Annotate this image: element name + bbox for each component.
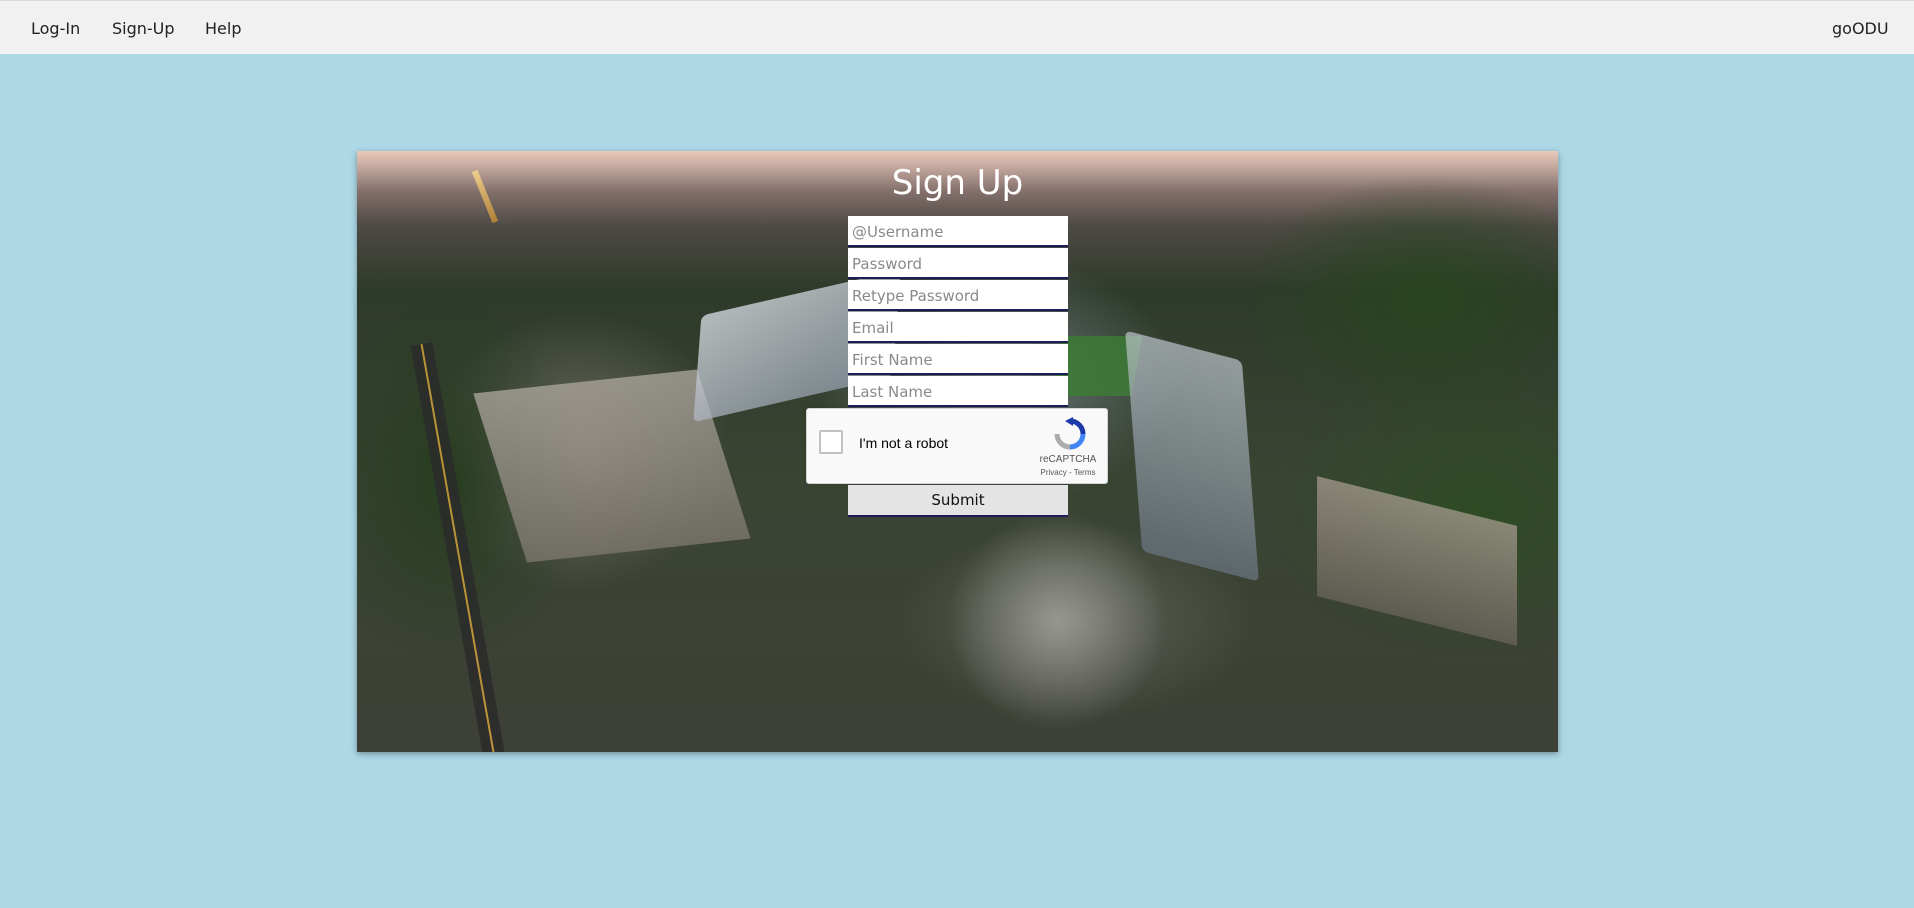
- first-name-field[interactable]: [848, 344, 1068, 375]
- email-field[interactable]: [848, 312, 1068, 343]
- last-name-field[interactable]: [848, 376, 1068, 407]
- top-nav-bar: Log-In Sign-Up Help goODU: [0, 0, 1914, 54]
- recaptcha-checkbox[interactable]: [819, 430, 843, 454]
- signup-hero-panel: Sign Up I'm not a robot reCAPTCHA Privac…: [357, 151, 1558, 752]
- bg-plaza: [947, 511, 1167, 731]
- bg-building-right: [1317, 476, 1517, 646]
- nav-signup-link[interactable]: Sign-Up: [112, 19, 175, 39]
- recaptcha-terms-link[interactable]: Terms: [1074, 468, 1096, 477]
- submit-button[interactable]: Submit: [848, 485, 1068, 517]
- retype-password-field[interactable]: [848, 280, 1068, 311]
- recaptcha-links: Privacy - Terms: [1029, 468, 1107, 477]
- recaptcha-logo-icon: [1054, 417, 1086, 450]
- nav-brand-link[interactable]: goODU: [1832, 19, 1889, 39]
- nav-login-link[interactable]: Log-In: [31, 19, 80, 39]
- recaptcha-label: I'm not a robot: [859, 435, 949, 451]
- signup-title: Sign Up: [891, 163, 1024, 203]
- password-field[interactable]: [848, 248, 1068, 279]
- username-field[interactable]: [848, 216, 1068, 247]
- recaptcha-widget: I'm not a robot reCAPTCHA Privacy - Term…: [806, 408, 1108, 484]
- recaptcha-privacy-link[interactable]: Privacy: [1041, 468, 1067, 477]
- recaptcha-link-separator: -: [1066, 468, 1074, 477]
- recaptcha-brand: reCAPTCHA: [1039, 454, 1097, 465]
- nav-help-link[interactable]: Help: [205, 19, 241, 39]
